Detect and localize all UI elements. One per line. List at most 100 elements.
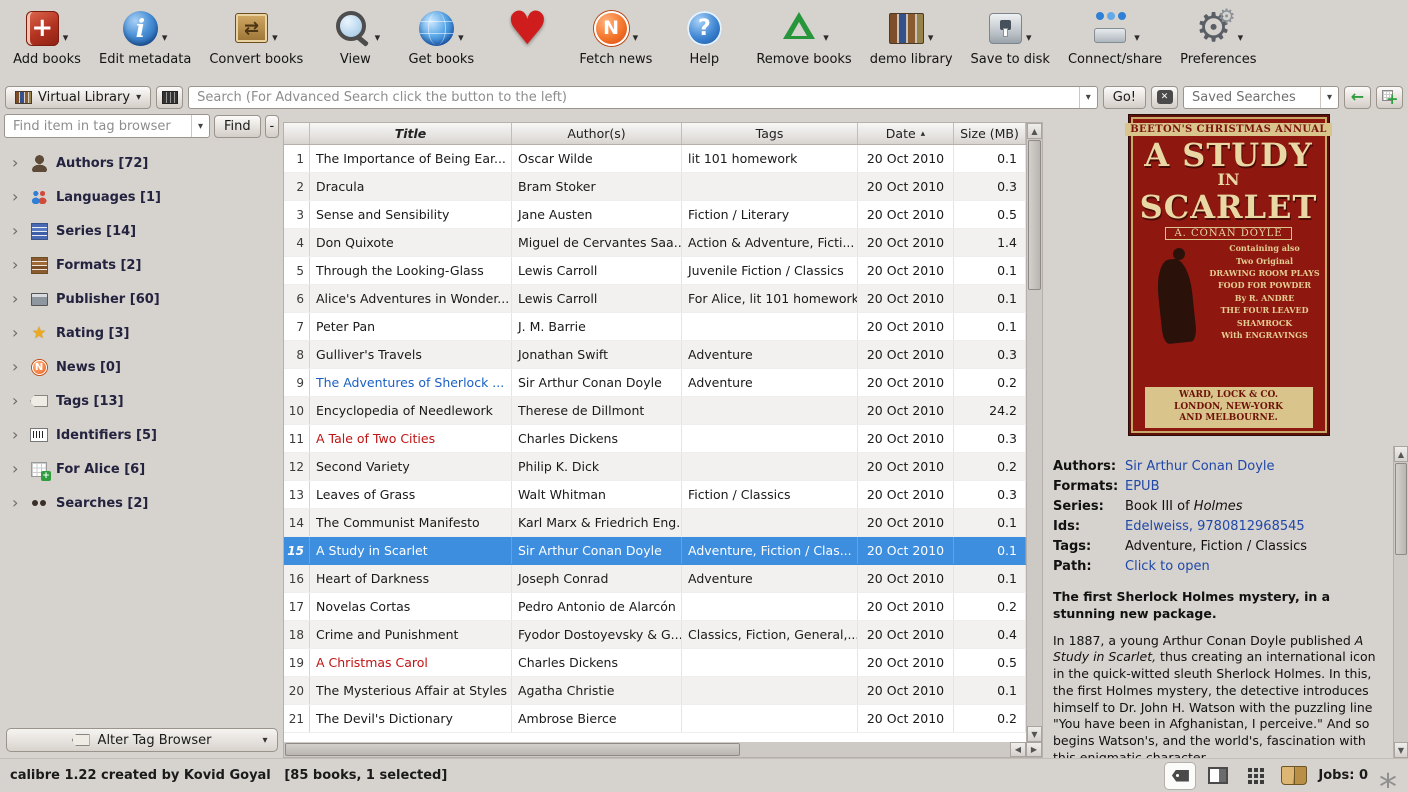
cell-authors[interactable]: Sir Arthur Conan Doyle <box>512 369 682 396</box>
scroll-down-icon[interactable]: ▼ <box>1394 742 1408 758</box>
path-link[interactable]: Click to open <box>1125 558 1210 575</box>
table-row[interactable]: 3 Sense and Sensibility Jane Austen Fict… <box>284 201 1026 229</box>
cell-tags[interactable] <box>682 425 858 452</box>
row-number[interactable]: 21 <box>284 705 310 732</box>
row-number[interactable]: 17 <box>284 593 310 620</box>
cell-tags[interactable]: Adventure <box>682 369 858 396</box>
search-history-arrow-icon[interactable]: ▾ <box>1079 87 1097 108</box>
cell-title[interactable]: Encyclopedia of Needlework <box>310 397 512 424</box>
remove-books-button[interactable]: ▾ Remove books <box>747 5 860 69</box>
add-books-button[interactable]: ▾ Add books <box>4 5 90 69</box>
dropdown-arrow-icon[interactable]: ▾ <box>162 31 168 44</box>
cell-size[interactable]: 0.5 <box>954 649 1026 676</box>
cell-title[interactable]: Heart of Darkness <box>310 565 512 592</box>
get-books-button[interactable]: ▾ Get books <box>398 5 484 69</box>
dropdown-arrow-icon[interactable]: ▾ <box>272 31 278 44</box>
sidebar-item-series[interactable]: › Series [14] <box>0 214 283 248</box>
cell-size[interactable]: 0.2 <box>954 453 1026 480</box>
sidebar-item-formats[interactable]: › Formats [2] <box>0 248 283 282</box>
cell-size[interactable]: 0.1 <box>954 509 1026 536</box>
cell-authors[interactable]: Walt Whitman <box>512 481 682 508</box>
row-number[interactable]: 14 <box>284 509 310 536</box>
cell-title[interactable]: The Adventures of Sherlock ... <box>310 369 512 396</box>
cell-title[interactable]: A Christmas Carol <box>310 649 512 676</box>
cell-tags[interactable]: lit 101 homework <box>682 145 858 172</box>
cell-title[interactable]: The Communist Manifesto <box>310 509 512 536</box>
cell-title[interactable]: The Mysterious Affair at Styles <box>310 677 512 704</box>
clear-search-button[interactable]: ✕ <box>1151 86 1178 109</box>
header-title[interactable]: Title <box>310 123 512 144</box>
row-number[interactable]: 15 <box>284 537 310 564</box>
donate-button[interactable]: ▾ <box>484 5 570 69</box>
dropdown-arrow-icon[interactable]: ▾ <box>458 31 464 44</box>
row-number[interactable]: 12 <box>284 453 310 480</box>
cell-date[interactable]: 20 Oct 2010 <box>858 509 954 536</box>
jobs-spinner-icon[interactable]: * <box>1376 764 1400 788</box>
cell-title[interactable]: Don Quixote <box>310 229 512 256</box>
cell-tags[interactable] <box>682 313 858 340</box>
cell-tags[interactable] <box>682 705 858 732</box>
expand-chevron-icon[interactable]: › <box>12 291 22 307</box>
cell-date[interactable]: 20 Oct 2010 <box>858 565 954 592</box>
header-authors[interactable]: Author(s) <box>512 123 682 144</box>
table-row[interactable]: 8 Gulliver's Travels Jonathan Swift Adve… <box>284 341 1026 369</box>
row-number[interactable]: 9 <box>284 369 310 396</box>
cell-tags[interactable] <box>682 593 858 620</box>
book-details-toggle-button[interactable] <box>1202 762 1234 790</box>
collapse-all-button[interactable]: - <box>265 115 279 138</box>
cell-date[interactable]: 20 Oct 2010 <box>858 649 954 676</box>
author-link[interactable]: Sir Arthur Conan Doyle <box>1125 458 1275 475</box>
cell-tags[interactable]: For Alice, lit 101 homework <box>682 285 858 312</box>
cell-title[interactable]: Leaves of Grass <box>310 481 512 508</box>
search-input[interactable] <box>189 90 1079 105</box>
edit-metadata-button[interactable]: ▾ Edit metadata <box>90 5 200 69</box>
connect-share-button[interactable]: ▾ Connect/share <box>1059 5 1171 69</box>
cell-authors[interactable]: Oscar Wilde <box>512 145 682 172</box>
cell-size[interactable]: 0.1 <box>954 145 1026 172</box>
sidebar-item-publisher[interactable]: › Publisher [60] <box>0 282 283 316</box>
header-tags[interactable]: Tags <box>682 123 858 144</box>
cell-tags[interactable]: Action & Adventure, Ficti... <box>682 229 858 256</box>
cell-title[interactable]: Through the Looking-Glass <box>310 257 512 284</box>
cell-date[interactable]: 20 Oct 2010 <box>858 229 954 256</box>
row-number[interactable]: 1 <box>284 145 310 172</box>
cell-authors[interactable]: Pedro Antonio de Alarcón <box>512 593 682 620</box>
cell-date[interactable]: 20 Oct 2010 <box>858 369 954 396</box>
cell-size[interactable]: 0.2 <box>954 369 1026 396</box>
cell-title[interactable]: Peter Pan <box>310 313 512 340</box>
expand-chevron-icon[interactable]: › <box>12 427 22 443</box>
cell-size[interactable]: 0.1 <box>954 677 1026 704</box>
dropdown-arrow-icon[interactable]: ▾ <box>633 31 639 44</box>
cell-date[interactable]: 20 Oct 2010 <box>858 201 954 228</box>
cell-date[interactable]: 20 Oct 2010 <box>858 341 954 368</box>
cell-authors[interactable]: Agatha Christie <box>512 677 682 704</box>
row-number[interactable]: 20 <box>284 677 310 704</box>
cell-authors[interactable]: Jonathan Swift <box>512 341 682 368</box>
expand-chevron-icon[interactable]: › <box>12 257 22 273</box>
cell-date[interactable]: 20 Oct 2010 <box>858 537 954 564</box>
find-button[interactable]: Find <box>214 115 261 138</box>
cell-size[interactable]: 1.4 <box>954 229 1026 256</box>
cell-authors[interactable]: Bram Stoker <box>512 173 682 200</box>
expand-chevron-icon[interactable]: › <box>12 325 22 341</box>
cell-tags[interactable]: Classics, Fiction, General,... <box>682 621 858 648</box>
cell-tags[interactable] <box>682 677 858 704</box>
table-row[interactable]: 14 The Communist Manifesto Karl Marx & F… <box>284 509 1026 537</box>
table-row[interactable]: 1 The Importance of Being Ear... Oscar W… <box>284 145 1026 173</box>
cell-title[interactable]: Dracula <box>310 173 512 200</box>
cell-size[interactable]: 0.1 <box>954 285 1026 312</box>
save-to-disk-button[interactable]: ▾ Save to disk <box>962 5 1059 69</box>
row-number[interactable]: 11 <box>284 425 310 452</box>
search-go-button[interactable]: Go! <box>1103 86 1146 109</box>
jobs-indicator[interactable]: Jobs: 0 <box>1318 768 1368 783</box>
virtual-library-button[interactable]: Virtual Library ▾ <box>5 86 151 109</box>
cell-authors[interactable]: Therese de Dillmont <box>512 397 682 424</box>
choose-library-button[interactable]: ▾ demo library <box>861 5 962 69</box>
cell-date[interactable]: 20 Oct 2010 <box>858 313 954 340</box>
chevron-down-icon[interactable]: ▾ <box>191 115 209 137</box>
cell-authors[interactable]: Ambrose Bierce <box>512 705 682 732</box>
cell-date[interactable]: 20 Oct 2010 <box>858 173 954 200</box>
table-row[interactable]: 21 The Devil's Dictionary Ambrose Bierce… <box>284 705 1026 733</box>
details-scrollbar[interactable]: ▲ ▼ <box>1393 446 1408 758</box>
cell-date[interactable]: 20 Oct 2010 <box>858 705 954 732</box>
